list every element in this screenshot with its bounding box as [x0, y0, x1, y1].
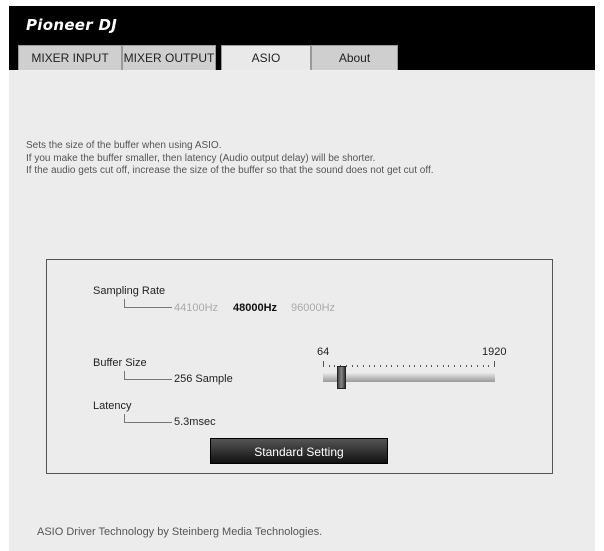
slider-min-label: 64	[317, 346, 330, 358]
slider-max-label: 1920	[482, 346, 507, 358]
rate-option-48000[interactable]: 48000Hz	[233, 302, 277, 314]
slider-tick	[419, 365, 421, 367]
buffer-size-label: Buffer Size	[93, 357, 147, 369]
slider-tick	[351, 365, 353, 367]
slider-tick	[494, 361, 495, 367]
slider-tick	[385, 365, 387, 367]
slider-tick	[454, 365, 456, 367]
buffer-size-slider-track[interactable]	[323, 373, 495, 382]
slider-tick	[362, 365, 364, 367]
slider-tick	[402, 365, 404, 367]
tab-asio[interactable]: ASIO	[221, 45, 311, 70]
slider-tick	[425, 365, 427, 367]
tab-about[interactable]: About	[311, 45, 398, 70]
buffer-size-bracket	[124, 371, 172, 380]
slider-tick	[437, 365, 438, 367]
slider-tick	[368, 365, 370, 367]
slider-tick	[448, 365, 450, 367]
slider-tick	[459, 365, 461, 367]
sampling-rate-label: Sampling Rate	[93, 285, 166, 297]
slider-tick	[465, 365, 467, 367]
footer-credit: ASIO Driver Technology by Steinberg Medi…	[37, 526, 323, 538]
slider-ticks	[323, 361, 495, 367]
slider-tick	[357, 365, 359, 367]
sampling-rate-bracket	[124, 299, 172, 308]
slider-tick	[397, 365, 399, 367]
description-line-1: Sets the size of the buffer when using A…	[26, 140, 222, 151]
slider-tick	[391, 365, 393, 367]
slider-tick	[380, 365, 381, 367]
pioneer-dj-logo: Pioneer DJ	[26, 16, 118, 34]
rate-option-96000[interactable]: 96000Hz	[291, 302, 335, 314]
latency-label: Latency	[93, 400, 132, 412]
slider-tick	[408, 365, 410, 367]
slider-tick	[374, 365, 376, 367]
buffer-size-slider-thumb[interactable]	[337, 366, 346, 389]
description-line-2: If you make the buffer smaller, then lat…	[26, 152, 376, 164]
slider-tick	[482, 365, 484, 367]
rate-option-44100[interactable]: 44100Hz	[174, 302, 218, 314]
slider-tick	[471, 365, 473, 367]
slider-tick	[323, 361, 324, 367]
slider-tick	[431, 365, 433, 367]
slider-tick	[442, 365, 444, 367]
latency-value: 5.3msec	[174, 416, 216, 428]
slider-tick	[328, 365, 330, 367]
slider-tick	[488, 365, 490, 367]
slider-tick	[334, 365, 336, 367]
standard-setting-button[interactable]: Standard Setting	[210, 438, 388, 464]
tab-mixer-output[interactable]: MIXER OUTPUT	[122, 45, 216, 70]
slider-tick	[414, 365, 416, 367]
description-line-3: If the audio gets cut off, increase the …	[26, 165, 434, 176]
description: Sets the size of the buffer when using A…	[26, 140, 434, 178]
slider-tick	[476, 365, 478, 367]
buffer-size-value: 256 Sample	[174, 373, 233, 385]
tab-mixer-input[interactable]: MIXER INPUT	[18, 45, 122, 70]
latency-bracket	[124, 414, 172, 423]
